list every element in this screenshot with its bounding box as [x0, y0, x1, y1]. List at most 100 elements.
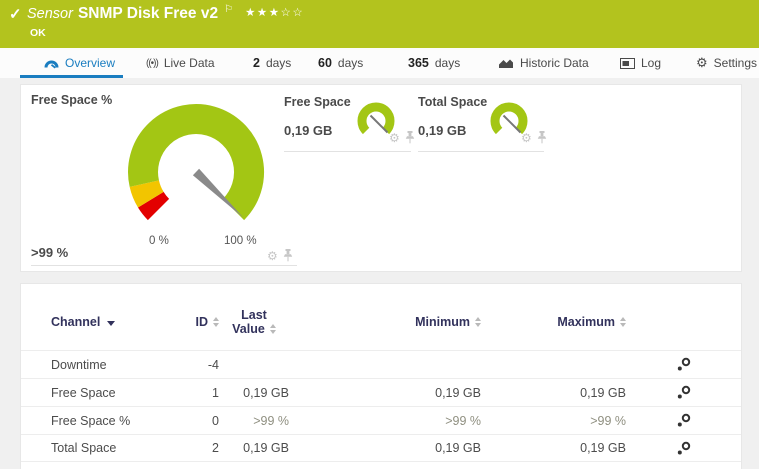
- gauge-needle: [502, 114, 522, 134]
- tile-divider: [418, 151, 544, 152]
- pin-icon[interactable]: [283, 249, 293, 262]
- channel-settings-button[interactable]: [626, 413, 741, 428]
- tab-overview-label: Overview: [65, 56, 116, 70]
- tab-live-data-label: Live Data: [163, 56, 215, 70]
- sort-arrows-icon[interactable]: [269, 324, 276, 334]
- tab-settings[interactable]: ⚙ Settings: [696, 48, 757, 78]
- channel-last-value: 0,19 GB: [243, 385, 289, 400]
- tile-actions: ⚙: [389, 131, 415, 144]
- channel-settings-button[interactable]: [626, 385, 741, 400]
- gear-icon: ⚙: [696, 55, 708, 70]
- channel-id: 2: [212, 441, 219, 455]
- gauge-title: Total Space: [418, 95, 488, 109]
- table-row[interactable]: Free Space % 0 >99 % >99 % >99 %: [21, 406, 741, 434]
- table-row[interactable]: Free Space 1 0,19 GB 0,19 GB 0,19 GB: [21, 378, 741, 406]
- column-header-last-label: Last: [241, 308, 267, 322]
- channel-settings-icon: [677, 441, 691, 454]
- tab-365-days-label: days: [434, 56, 461, 70]
- priority-rating[interactable]: ★★★☆☆: [245, 7, 304, 19]
- tab-settings-label: Settings: [713, 56, 758, 70]
- sensor-header: ✓ Sensor SNMP Disk Free v2 ⚐ ★★★☆☆ OK: [0, 0, 759, 48]
- tab-365-days-number: 365: [408, 56, 429, 70]
- tile-divider: [284, 151, 411, 152]
- chart-icon: [498, 57, 514, 69]
- column-header-value-label: Value: [232, 322, 265, 336]
- channel-id: 1: [212, 385, 219, 400]
- gauges-panel: Free Space % 0 % 100 % >99 % ⚙ Free Spac…: [20, 84, 742, 272]
- gauge-value: 0,19 GB: [418, 123, 467, 138]
- tile-actions: ⚙: [521, 131, 547, 144]
- column-header-minimum-label: Minimum: [415, 315, 470, 329]
- gauge-scale-min: 0 %: [149, 235, 169, 247]
- channel-id: 0: [212, 413, 219, 428]
- flag-icon[interactable]: ⚐: [224, 4, 233, 15]
- tab-60-days[interactable]: 60 days: [318, 48, 363, 78]
- channel-settings-icon: [677, 357, 691, 371]
- table-row[interactable]: Downtime -4: [21, 350, 741, 378]
- pin-icon[interactable]: [537, 131, 547, 144]
- channel-settings-button[interactable]: [626, 357, 741, 372]
- channel-last-value: 0,19 GB: [243, 441, 289, 455]
- tab-overview[interactable]: Overview: [44, 48, 115, 78]
- page-title: SNMP Disk Free v2: [77, 5, 219, 22]
- channel-maximum: 0,19 GB: [580, 385, 626, 400]
- tab-live-data[interactable]: ((•)) Live Data: [146, 48, 215, 78]
- tab-365-days[interactable]: 365 days: [408, 48, 460, 78]
- sort-caret-icon: [107, 321, 116, 326]
- channel-minimum: 0,19 GB: [435, 385, 481, 400]
- column-header-maximum[interactable]: Maximum: [481, 315, 626, 329]
- tab-2-days-label: days: [265, 56, 292, 70]
- channel-maximum: >99 %: [590, 413, 626, 428]
- tab-2-days[interactable]: 2 days: [253, 48, 291, 78]
- table-row[interactable]: Total Space 2 0,19 GB 0,19 GB 0,19 GB: [21, 434, 741, 462]
- channel-name: Free Space: [51, 385, 116, 400]
- gauge-value: >99 %: [31, 245, 69, 260]
- active-tab-underline: [20, 75, 123, 78]
- channel-settings-icon: [677, 385, 691, 399]
- tile-gear-icon[interactable]: ⚙: [267, 250, 278, 262]
- gauge-icon: [44, 57, 59, 70]
- free-space-pct-gauge: [128, 104, 264, 221]
- tab-log[interactable]: Log: [620, 48, 661, 78]
- channels-panel: Channel ID Last Value Minimum Maximum Do…: [20, 283, 742, 469]
- live-signal-icon: ((•)): [146, 57, 159, 69]
- tab-historic-data[interactable]: Historic Data: [498, 48, 589, 78]
- channel-id: -4: [207, 357, 219, 372]
- tile-divider: [31, 265, 297, 266]
- gauge-title: Free Space: [284, 95, 351, 109]
- tile-gear-icon[interactable]: ⚙: [521, 132, 532, 144]
- column-header-minimum[interactable]: Minimum: [289, 315, 481, 329]
- channel-last-value: >99 %: [253, 413, 289, 428]
- column-header-channel-label: Channel: [51, 315, 101, 329]
- column-header-id-label: ID: [195, 315, 209, 329]
- tab-bar: Overview ((•)) Live Data 2 days 60 days …: [0, 48, 759, 78]
- pin-icon[interactable]: [405, 131, 415, 144]
- channel-name: Downtime: [51, 357, 107, 372]
- column-header-channel[interactable]: Channel: [51, 315, 181, 329]
- channel-settings-icon: [677, 413, 691, 427]
- tab-60-days-number: 60: [318, 56, 332, 70]
- sensor-title-line: Sensor SNMP Disk Free v2 ⚐ ★★★☆☆: [27, 4, 304, 23]
- channel-name: Total Space: [51, 441, 117, 455]
- gauge-value: 0,19 GB: [284, 123, 333, 138]
- log-icon: [620, 57, 635, 69]
- stars-filled[interactable]: ★★★: [245, 7, 280, 19]
- tab-2-days-number: 2: [253, 56, 260, 70]
- tab-log-label: Log: [641, 56, 662, 70]
- column-header-last-value[interactable]: Last Value: [219, 308, 289, 336]
- sensor-title-block: Sensor SNMP Disk Free v2 ⚐ ★★★☆☆ OK: [27, 4, 304, 39]
- stars-empty[interactable]: ☆☆: [281, 7, 305, 19]
- channel-minimum: 0,19 GB: [435, 441, 481, 455]
- channel-name: Free Space %: [51, 413, 131, 428]
- channel-settings-button[interactable]: [626, 441, 741, 456]
- status-check-icon: ✓: [9, 6, 22, 23]
- sort-arrows-icon[interactable]: [620, 317, 626, 327]
- tile-gear-icon[interactable]: ⚙: [389, 132, 400, 144]
- tab-60-days-label: days: [337, 56, 364, 70]
- column-header-id[interactable]: ID: [181, 315, 219, 329]
- channel-table-header: Channel ID Last Value Minimum Maximum: [21, 284, 741, 350]
- tab-historic-data-label: Historic Data: [520, 56, 589, 70]
- tile-actions: ⚙: [267, 249, 293, 262]
- gauge-scale-max: 100 %: [224, 235, 257, 247]
- channel-maximum: 0,19 GB: [580, 441, 626, 455]
